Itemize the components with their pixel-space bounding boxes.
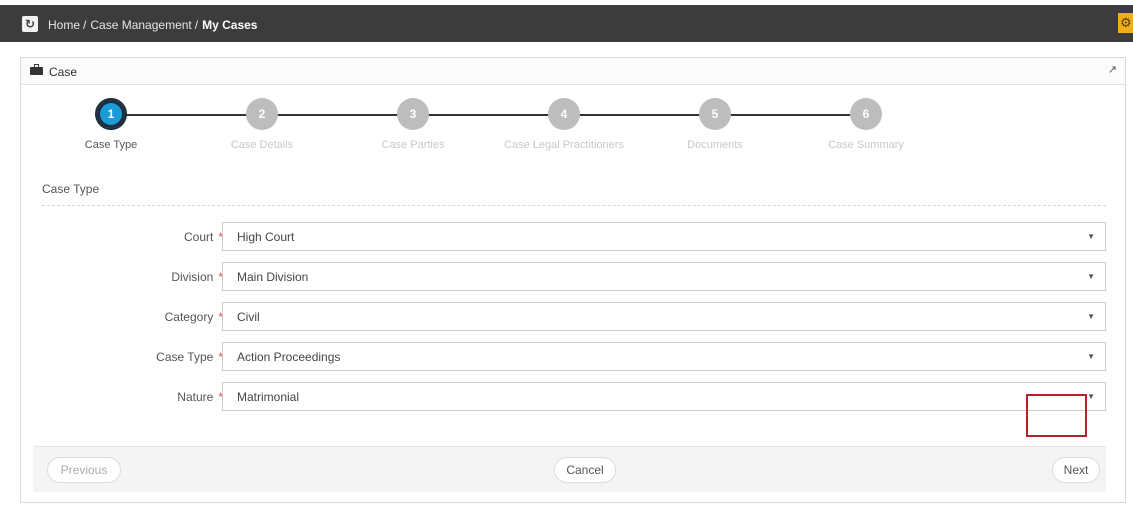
step-label: Documents bbox=[687, 139, 743, 151]
cancel-button[interactable]: Cancel bbox=[554, 457, 616, 483]
division-select[interactable]: Main Division ▼ bbox=[222, 262, 1106, 291]
case-type-row: Case Type * Action Proceedings ▼ bbox=[21, 342, 1127, 372]
wizard-footer: Previous Cancel Next bbox=[33, 446, 1106, 492]
caret-down-icon: ▼ bbox=[1087, 352, 1095, 361]
step-case-details[interactable]: 2 Case Details bbox=[192, 98, 332, 151]
step-case-parties[interactable]: 3 Case Parties bbox=[343, 98, 483, 151]
panel-header: Case ↗ bbox=[21, 58, 1125, 85]
breadcrumb-current: My Cases bbox=[202, 18, 258, 32]
caret-down-icon: ▼ bbox=[1087, 392, 1095, 401]
briefcase-icon bbox=[30, 64, 43, 75]
division-row: Division * Main Division ▼ bbox=[21, 262, 1127, 292]
court-row: Court * High Court ▼ bbox=[21, 222, 1127, 252]
division-select-value: Main Division bbox=[237, 270, 309, 284]
case-panel: Case ↗ 1 Case Type 2 Case Details 3 Case… bbox=[20, 57, 1126, 503]
step-case-legal-practitioners[interactable]: 4 Case Legal Practitioners bbox=[494, 98, 634, 151]
step-number: 5 bbox=[699, 98, 731, 130]
step-number: 6 bbox=[850, 98, 882, 130]
previous-button[interactable]: Previous bbox=[47, 457, 121, 483]
next-button[interactable]: Next bbox=[1052, 457, 1100, 483]
section-title: Case Type bbox=[42, 182, 100, 196]
court-select[interactable]: High Court ▼ bbox=[222, 222, 1106, 251]
division-label: Division * bbox=[171, 270, 223, 284]
caret-down-icon: ▼ bbox=[1087, 232, 1095, 241]
court-select-value: High Court bbox=[237, 230, 295, 244]
panel-title: Case bbox=[49, 65, 78, 79]
breadcrumb-home[interactable]: Home bbox=[48, 18, 80, 32]
top-bar: ↻ Home / Case Management / My Cases ⚙ bbox=[0, 0, 1133, 50]
wizard-steps: 1 Case Type 2 Case Details 3 Case Partie… bbox=[21, 98, 1127, 158]
step-number: 1 bbox=[95, 98, 127, 130]
breadcrumb: Home / Case Management / My Cases bbox=[48, 18, 257, 32]
step-label: Case Type bbox=[84, 139, 138, 151]
breadcrumb-case-management[interactable]: Case Management bbox=[90, 18, 191, 32]
refresh-icon[interactable]: ↻ bbox=[22, 16, 38, 32]
caret-down-icon: ▼ bbox=[1087, 312, 1095, 321]
step-case-type[interactable]: 1 Case Type bbox=[41, 98, 181, 151]
breadcrumb-separator: / bbox=[194, 18, 199, 32]
category-select[interactable]: Civil ▼ bbox=[222, 302, 1106, 331]
category-select-value: Civil bbox=[237, 310, 260, 324]
case-type-select-value: Action Proceedings bbox=[237, 350, 341, 364]
nature-label: Nature * bbox=[177, 390, 223, 404]
category-label: Category * bbox=[164, 310, 223, 324]
nature-row: Nature * Matrimonial ▼ bbox=[21, 382, 1127, 412]
step-label: Case Legal Practitioners bbox=[504, 139, 624, 151]
step-label: Case Summary bbox=[828, 139, 904, 151]
nature-select[interactable]: Matrimonial ▼ bbox=[222, 382, 1106, 411]
case-type-label: Case Type * bbox=[156, 350, 223, 364]
court-label: Court * bbox=[183, 230, 223, 244]
step-documents[interactable]: 5 Documents bbox=[645, 98, 785, 151]
section-divider bbox=[42, 205, 1106, 206]
step-label: Case Parties bbox=[381, 139, 445, 151]
gear-icon[interactable]: ⚙ bbox=[1118, 13, 1133, 33]
step-label: Case Details bbox=[230, 139, 294, 151]
case-type-select[interactable]: Action Proceedings ▼ bbox=[222, 342, 1106, 371]
nature-select-value: Matrimonial bbox=[237, 390, 300, 404]
next-button-highlight bbox=[1026, 394, 1087, 437]
breadcrumb-separator: / bbox=[83, 18, 87, 32]
step-number: 3 bbox=[397, 98, 429, 130]
step-number: 2 bbox=[246, 98, 278, 130]
caret-down-icon: ▼ bbox=[1087, 272, 1095, 281]
category-row: Category * Civil ▼ bbox=[21, 302, 1127, 332]
expand-icon[interactable]: ↗ bbox=[1108, 63, 1117, 76]
step-case-summary[interactable]: 6 Case Summary bbox=[796, 98, 936, 151]
step-number: 4 bbox=[548, 98, 580, 130]
